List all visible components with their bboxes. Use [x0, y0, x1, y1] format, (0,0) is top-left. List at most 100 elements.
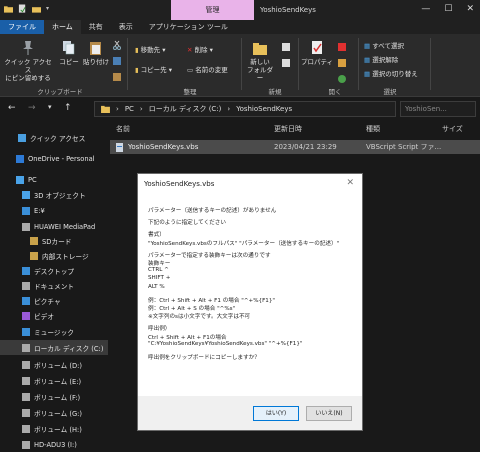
edit-icon[interactable]: [337, 58, 347, 68]
star-icon: [18, 133, 26, 142]
sidebar-item-label: ビデオ: [34, 312, 55, 321]
copy-button[interactable]: コピー: [58, 40, 80, 66]
chevron-right-icon: ›: [139, 105, 143, 113]
yes-button[interactable]: はい(Y): [253, 406, 299, 421]
dialog-close-button[interactable]: ✕: [346, 178, 354, 188]
search-input[interactable]: YoshioSen...: [400, 101, 476, 117]
select-none-button[interactable]: ▦ 選択解除: [364, 54, 398, 64]
sidebar-item-label: ドキュメント: [34, 282, 75, 291]
new-folder-button[interactable]: 新しい フォルダー: [244, 40, 276, 82]
sidebar-item[interactable]: ミュージック: [0, 324, 108, 339]
sidebar-item[interactable]: PC: [0, 172, 108, 187]
pin-icon: [23, 41, 33, 55]
sidebar-item[interactable]: HUAWEI MediaPad: [0, 219, 108, 234]
sidebar-item[interactable]: ビデオ: [0, 308, 108, 323]
dialog-message-line: 呼出例）: [148, 326, 171, 333]
sidebar-item[interactable]: クイック アクセス: [0, 130, 108, 145]
quick-access-toolbar: ▾: [4, 4, 49, 14]
dialog-message-line: CTRL ^: [148, 267, 169, 274]
sidebar-item[interactable]: ボリューム (D:): [0, 357, 108, 372]
folder-icon[interactable]: [4, 4, 13, 14]
move-to-button[interactable]: ▮ 移動先 ▾: [135, 44, 166, 54]
close-button[interactable]: ✕: [466, 4, 474, 14]
copy-to-button[interactable]: ▮ コピー先 ▾: [135, 64, 172, 74]
recent-dropdown-icon[interactable]: ▾: [48, 103, 52, 111]
file-row[interactable]: YoshioSendKeys.vbs 2023/04/21 23:29 VBSc…: [110, 140, 480, 154]
rename-button[interactable]: ▭ 名前の変更: [187, 64, 228, 74]
column-name[interactable]: 名前: [110, 124, 274, 134]
sidebar-item[interactable]: 内部ストレージ: [0, 248, 108, 263]
sidebar-item-label: ボリューム (G:): [34, 409, 83, 418]
minimize-button[interactable]: —: [421, 4, 430, 14]
paste-shortcut-icon[interactable]: [112, 72, 122, 82]
breadcrumb-pc[interactable]: PC: [125, 105, 134, 113]
folder-icon: [30, 236, 38, 245]
folder-icon: [101, 105, 110, 113]
open-icon[interactable]: [337, 42, 347, 52]
column-type[interactable]: 種類: [366, 124, 442, 134]
sidebar-item-label: E:¥: [34, 206, 45, 215]
sidebar-item[interactable]: デスクトップ: [0, 263, 108, 278]
select-all-button[interactable]: ▦ すべて選択: [364, 40, 404, 50]
invert-selection-button[interactable]: ▦ 選択の切り替え: [364, 68, 418, 78]
sidebar-item-label: ボリューム (F:): [34, 393, 81, 402]
delete-icon: ✕: [187, 46, 195, 54]
copy-path-icon[interactable]: [112, 56, 122, 66]
address-bar[interactable]: › PC › ローカル ディスク (C:) › YoshioSendKeys: [94, 101, 396, 117]
manage-tab[interactable]: 管理: [171, 0, 254, 20]
delete-button[interactable]: ✕ 削除 ▾: [187, 44, 213, 54]
sidebar-item[interactable]: HD-ADU3 (I:): [0, 437, 108, 452]
properties-icon[interactable]: [18, 4, 27, 14]
column-size[interactable]: サイズ: [442, 124, 480, 134]
paste-button[interactable]: 貼り付け: [82, 40, 110, 66]
ribbon-tabs: ファイル ホーム 共有 表示 アプリケーション ツール: [0, 20, 480, 34]
sidebar-item[interactable]: ローカル ディスク (C:): [0, 340, 108, 355]
chevron-right-icon: ›: [116, 105, 119, 113]
sidebar-item[interactable]: ドキュメント: [0, 278, 108, 293]
breadcrumb-folder[interactable]: YoshioSendKeys: [236, 105, 292, 113]
no-button[interactable]: いいえ(N): [306, 406, 352, 421]
dialog-message-line: パラメーターで指定する装飾キーは次の通りです: [148, 252, 271, 259]
forward-arrow-icon[interactable]: →: [28, 103, 36, 113]
message-dialog: YoshioSendKeys.vbs ✕ パラメーター（送信するキーの記述）があ…: [137, 173, 363, 431]
dropdown-arrow-icon[interactable]: ▾: [46, 4, 49, 14]
back-arrow-icon[interactable]: ←: [8, 103, 16, 113]
folder-icon: [30, 251, 38, 260]
sidebar-item[interactable]: OneDrive - Personal: [0, 151, 108, 166]
up-arrow-icon[interactable]: ↑: [64, 103, 72, 113]
new-item-icon[interactable]: [281, 42, 291, 52]
column-date[interactable]: 更新日時: [274, 124, 366, 134]
tab-file[interactable]: ファイル: [0, 20, 44, 34]
pin-quick-access-button[interactable]: クイック アクセス にピン留めする: [2, 40, 54, 82]
sidebar-item-label: HUAWEI MediaPad: [34, 222, 96, 231]
tab-view[interactable]: 表示: [111, 20, 141, 34]
sidebar-item[interactable]: ボリューム (F:): [0, 389, 108, 404]
sidebar-item-label: 3D オブジェクト: [34, 191, 86, 200]
sidebar-item[interactable]: E:¥: [0, 203, 108, 218]
file-date: 2023/04/21 23:29: [274, 143, 337, 151]
maximize-button[interactable]: ☐: [444, 4, 452, 14]
tab-app-tools[interactable]: アプリケーション ツール: [141, 20, 236, 34]
download-icon: [22, 206, 30, 215]
easy-access-icon[interactable]: [281, 58, 291, 68]
properties-icon: [312, 41, 322, 54]
tab-share[interactable]: 共有: [81, 20, 111, 34]
cut-icon[interactable]: [112, 40, 122, 50]
sidebar-item[interactable]: ボリューム (G:): [0, 405, 108, 420]
breadcrumb-local-disk[interactable]: ローカル ディスク (C:): [149, 104, 222, 114]
history-icon[interactable]: [337, 74, 347, 84]
select-group-label: 選択: [383, 88, 397, 96]
picture-icon: [22, 296, 30, 305]
sidebar-item[interactable]: SDカード: [0, 233, 108, 248]
sidebar-item[interactable]: ボリューム (E:): [0, 373, 108, 388]
dialog-message-line: "C:¥YoshioSendKeys¥YoshioSendKeys.vbs" "…: [148, 340, 303, 347]
tab-home[interactable]: ホーム: [44, 20, 81, 34]
chevron-right-icon: ›: [227, 105, 231, 113]
sidebar-item[interactable]: ボリューム (H:): [0, 421, 108, 436]
sidebar-item[interactable]: 3D オブジェクト: [0, 187, 108, 202]
new-folder-icon[interactable]: [32, 4, 41, 14]
sidebar-item[interactable]: ピクチャ: [0, 293, 108, 308]
sidebar-item-label: OneDrive - Personal: [28, 154, 95, 163]
new-folder-icon: [253, 43, 267, 55]
properties-button[interactable]: プロパティ: [300, 40, 334, 66]
